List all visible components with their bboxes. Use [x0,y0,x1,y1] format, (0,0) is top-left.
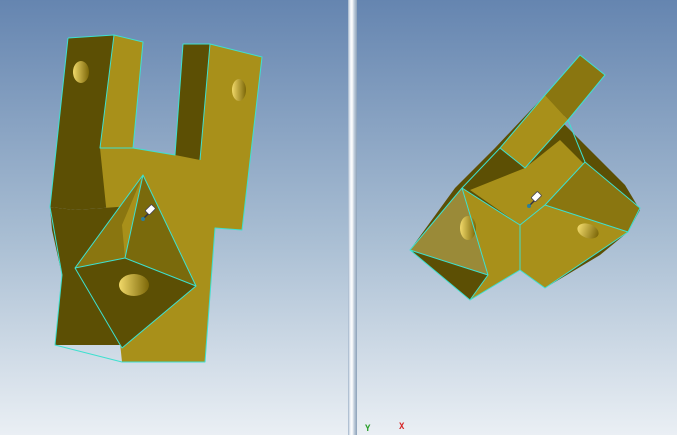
axis-y-label: Y [365,424,371,434]
left-3d-viewport[interactable] [0,0,348,435]
hole-pocket [119,274,149,296]
axis-x-label: X [399,422,405,432]
right-viewport-canvas[interactable] [357,0,677,435]
hole-left-upright [73,61,89,83]
right-3d-viewport[interactable] [357,0,677,435]
viewport-splitter[interactable] [348,0,357,435]
hole-right-upright [232,79,246,101]
left-viewport-canvas[interactable] [0,0,348,435]
